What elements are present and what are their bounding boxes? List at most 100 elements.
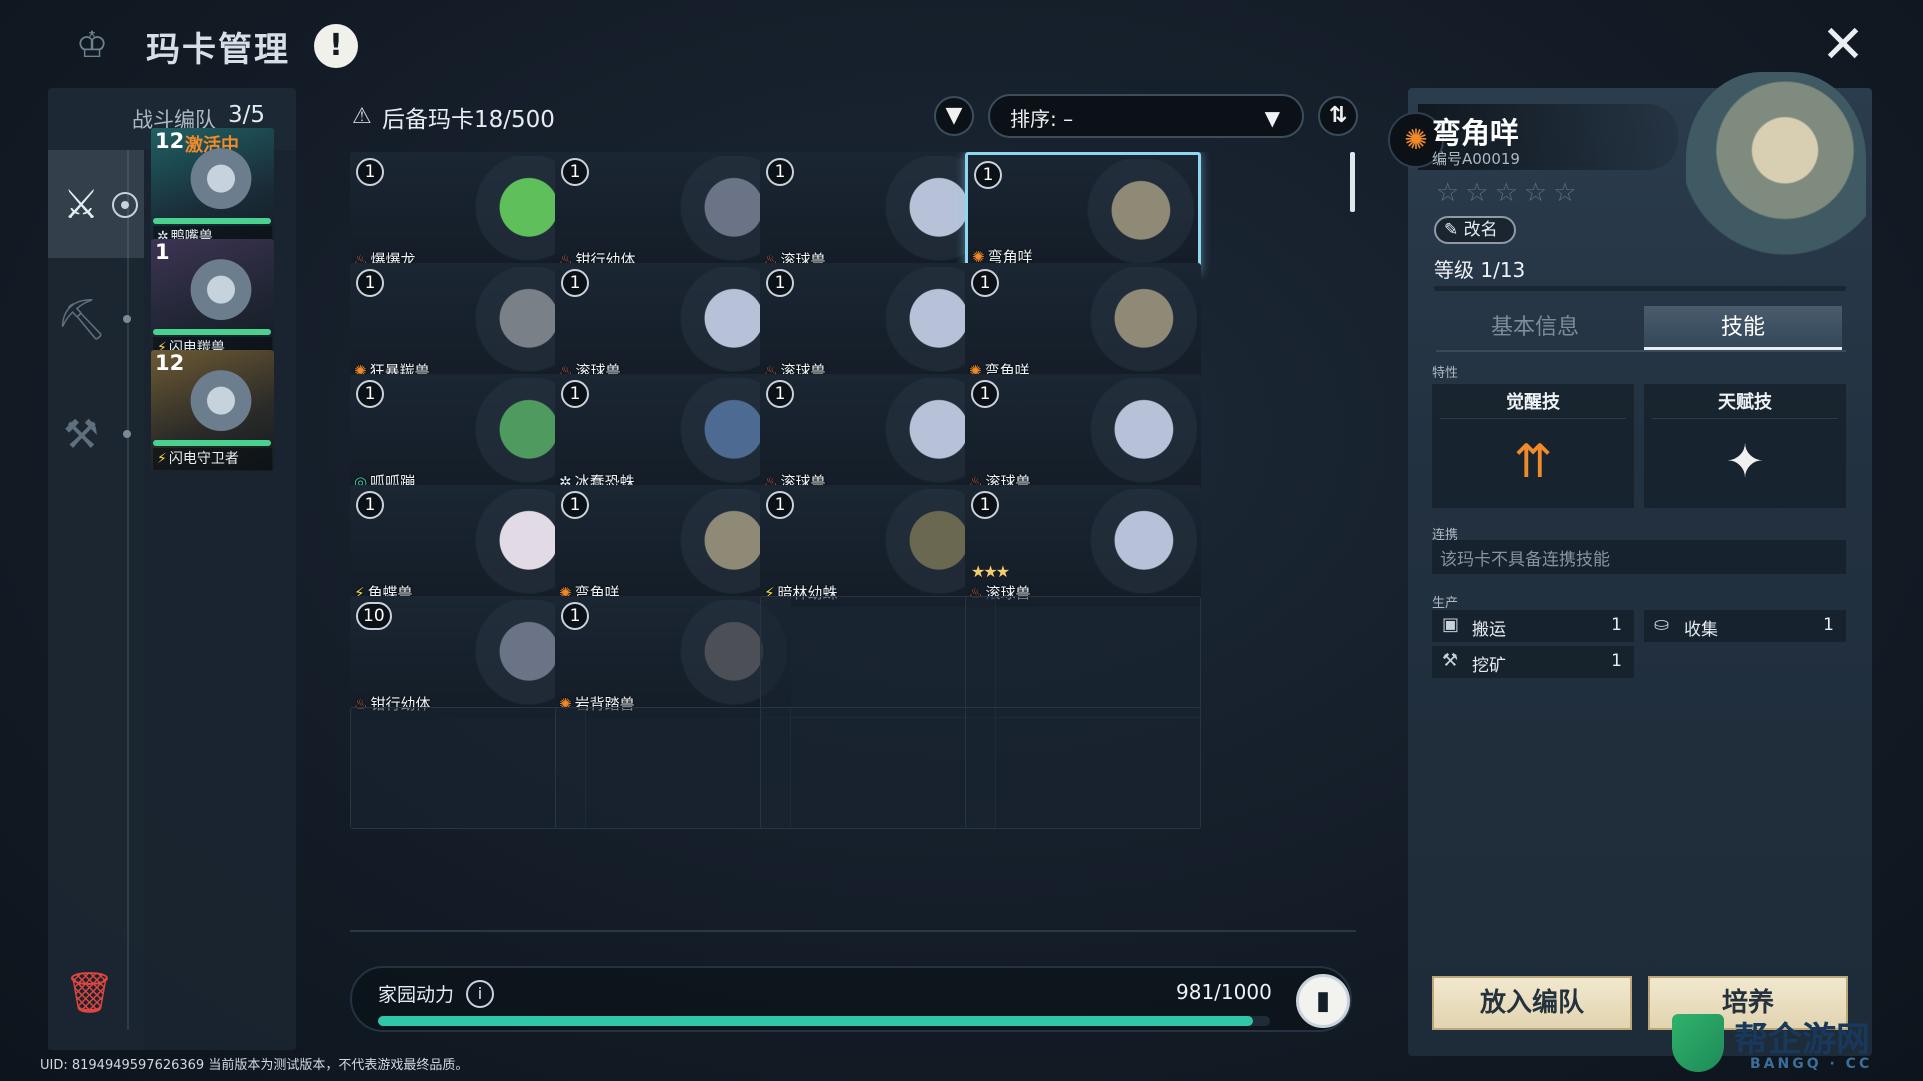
creature-code: 编号A00019 (1432, 150, 1520, 168)
watermark-text: 帮企游网 (1734, 1020, 1870, 1060)
home-power-label: 家园动力 (378, 984, 455, 1006)
alert-icon[interactable]: ! (314, 24, 358, 68)
empty-slot[interactable] (760, 707, 996, 829)
production-label: 生产 (1432, 596, 1459, 611)
battery-button[interactable]: ▮ (1296, 974, 1350, 1028)
tab-skills[interactable]: 技能 (1644, 306, 1842, 350)
reserve-card[interactable]: 1 ♨ 滚球兽 (760, 152, 996, 274)
empty-slot[interactable] (760, 596, 996, 718)
team-card-level: 12 (155, 351, 185, 375)
link-skill-text: 该玛卡不具备连携技能 (1440, 550, 1610, 570)
reserve-card[interactable]: 1 ✺ 弯角咩 (965, 263, 1201, 385)
card-level: 1 (766, 158, 794, 186)
tab-build-team[interactable]: ⚒ (48, 380, 144, 488)
team-card[interactable]: 12 激活中 ✲ 鸭嘴兽 (151, 128, 274, 249)
team-card-level: 12 (155, 129, 185, 153)
card-level: 1 (766, 491, 794, 519)
tab-basic-info[interactable]: 基本信息 (1436, 306, 1634, 350)
hammer-icon: ⚒ (63, 412, 99, 458)
reserve-card[interactable]: 1 ♨ 滚球兽 (760, 263, 996, 385)
sort-order-button[interactable]: ⇅ (1318, 96, 1358, 136)
hp-bar-fill (153, 329, 271, 335)
add-to-team-button[interactable]: 放入编队 (1432, 976, 1632, 1030)
filter-icon: ▼ (945, 103, 963, 128)
close-icon[interactable]: ✕ (1818, 19, 1868, 72)
reserve-card[interactable]: 1 ◎ 呱呱蹦 (350, 374, 586, 496)
skill-divider (1652, 418, 1838, 419)
team-card[interactable]: 1 ⚡ 闪电羰兽 (151, 239, 274, 360)
production-value: 1 (1611, 651, 1622, 671)
creature-name: 弯角咩 (1432, 116, 1520, 150)
reserve-card[interactable]: 1 ⚡ 角蝶兽 (350, 485, 586, 607)
team-card-name: ⚡ 闪电守卫者 (153, 448, 272, 470)
empty-slot[interactable] (350, 707, 586, 829)
production-row: ⚒ 挖矿 1 (1432, 646, 1634, 678)
empty-slot[interactable] (965, 707, 1201, 829)
basket-icon: ⛀ (1654, 614, 1670, 635)
star-rating: ☆☆☆☆☆ (1436, 178, 1583, 208)
reserve-card[interactable]: 1 ★★★ ♨ 滚球兽 (965, 485, 1201, 607)
rail-dot (123, 315, 131, 323)
filter-button[interactable]: ▼ (934, 96, 974, 136)
empty-slot[interactable] (965, 596, 1201, 718)
reserve-card[interactable]: 1 ✺ 弯角咩 (555, 485, 791, 607)
card-level: 1 (356, 491, 384, 519)
reserve-card[interactable]: 1 ♨ 滚球兽 (965, 374, 1201, 496)
awaken-skill-icon: ⇈ (1513, 434, 1553, 488)
reserve-card[interactable]: 1 ♨ 钳行幼体 (555, 152, 791, 274)
grid-divider (350, 930, 1356, 932)
sort-label: 排序: – (1010, 107, 1074, 131)
talent-skill-card[interactable]: 天赋技 ✦ (1644, 384, 1846, 508)
talent-skill-title: 天赋技 (1718, 392, 1772, 413)
card-level: 1 (356, 380, 384, 408)
card-level: 1 (561, 491, 589, 519)
production-value: 1 (1823, 615, 1834, 635)
card-level: 1 (561, 158, 589, 186)
card-level: 1 (766, 269, 794, 297)
card-level: 1 (971, 380, 999, 408)
chevron-down-icon: ▼ (1264, 106, 1280, 130)
tab-work-team[interactable]: ⛏ (48, 265, 144, 373)
hp-bar (153, 440, 271, 446)
creature-art (1076, 159, 1194, 271)
card-level: 1 (974, 161, 1002, 189)
creature-level: 等级 1/13 (1434, 258, 1526, 282)
team-card[interactable]: 12 ⚡ 闪电守卫者 (151, 350, 274, 471)
talent-skill-icon: ✦ (1725, 434, 1765, 488)
reserve-card[interactable]: 1 ♨ 爆爆龙 (350, 152, 586, 274)
production-label-text: 挖矿 (1472, 656, 1506, 676)
reserve-card[interactable]: 1 ⚡ 暗林幼蛛 (760, 485, 996, 607)
battery-icon: ▮ (1315, 986, 1331, 1016)
card-level: 1 (971, 491, 999, 519)
empty-slot[interactable] (555, 707, 791, 829)
trash-icon[interactable]: 🗑 (64, 970, 115, 1016)
reserve-card[interactable]: 1 ✺ 弯角咩 (965, 152, 1201, 274)
reserve-card[interactable]: 10 ♨ 钳行幼体 (350, 596, 586, 718)
reserve-card[interactable]: 1 ✺ 狂暴羰兽 (350, 263, 586, 385)
card-level: 10 (356, 602, 392, 630)
team-count: 3/5 (228, 102, 266, 128)
lightning-icon: ⚡ (157, 451, 167, 467)
grid-scrollbar[interactable] (1350, 152, 1355, 212)
reserve-card[interactable]: 1 ✲ 冰蠢恐蛛 (555, 374, 791, 496)
creature-art (1079, 267, 1197, 381)
tab-battle-team[interactable]: ⚔ (48, 150, 144, 258)
info-icon[interactable]: i (466, 980, 494, 1008)
game-logo-icon: ♔ (75, 25, 109, 66)
card-level: 1 (356, 269, 384, 297)
creature-art (181, 148, 261, 216)
reserve-card[interactable]: 1 ♨ 滚球兽 (555, 263, 791, 385)
reserve-card[interactable]: 1 ✺ 岩背踏兽 (555, 596, 791, 718)
sort-dropdown[interactable]: 排序: – ▼ (988, 94, 1304, 138)
hp-bar-fill (153, 440, 271, 446)
card-level: 1 (561, 380, 589, 408)
awaken-skill-card[interactable]: 觉醒技 ⇈ (1432, 384, 1634, 508)
rename-label: 改名 (1463, 220, 1498, 240)
warning-icon: ⚠ (352, 104, 372, 129)
reserve-card[interactable]: 1 ♨ 滚球兽 (760, 374, 996, 496)
card-stars: ★★★ (971, 562, 1010, 581)
card-level: 1 (766, 380, 794, 408)
home-power-value: 981/1000 (1176, 980, 1272, 1004)
rename-button[interactable]: ✎ 改名 (1434, 216, 1516, 244)
production-value: 1 (1611, 615, 1622, 635)
